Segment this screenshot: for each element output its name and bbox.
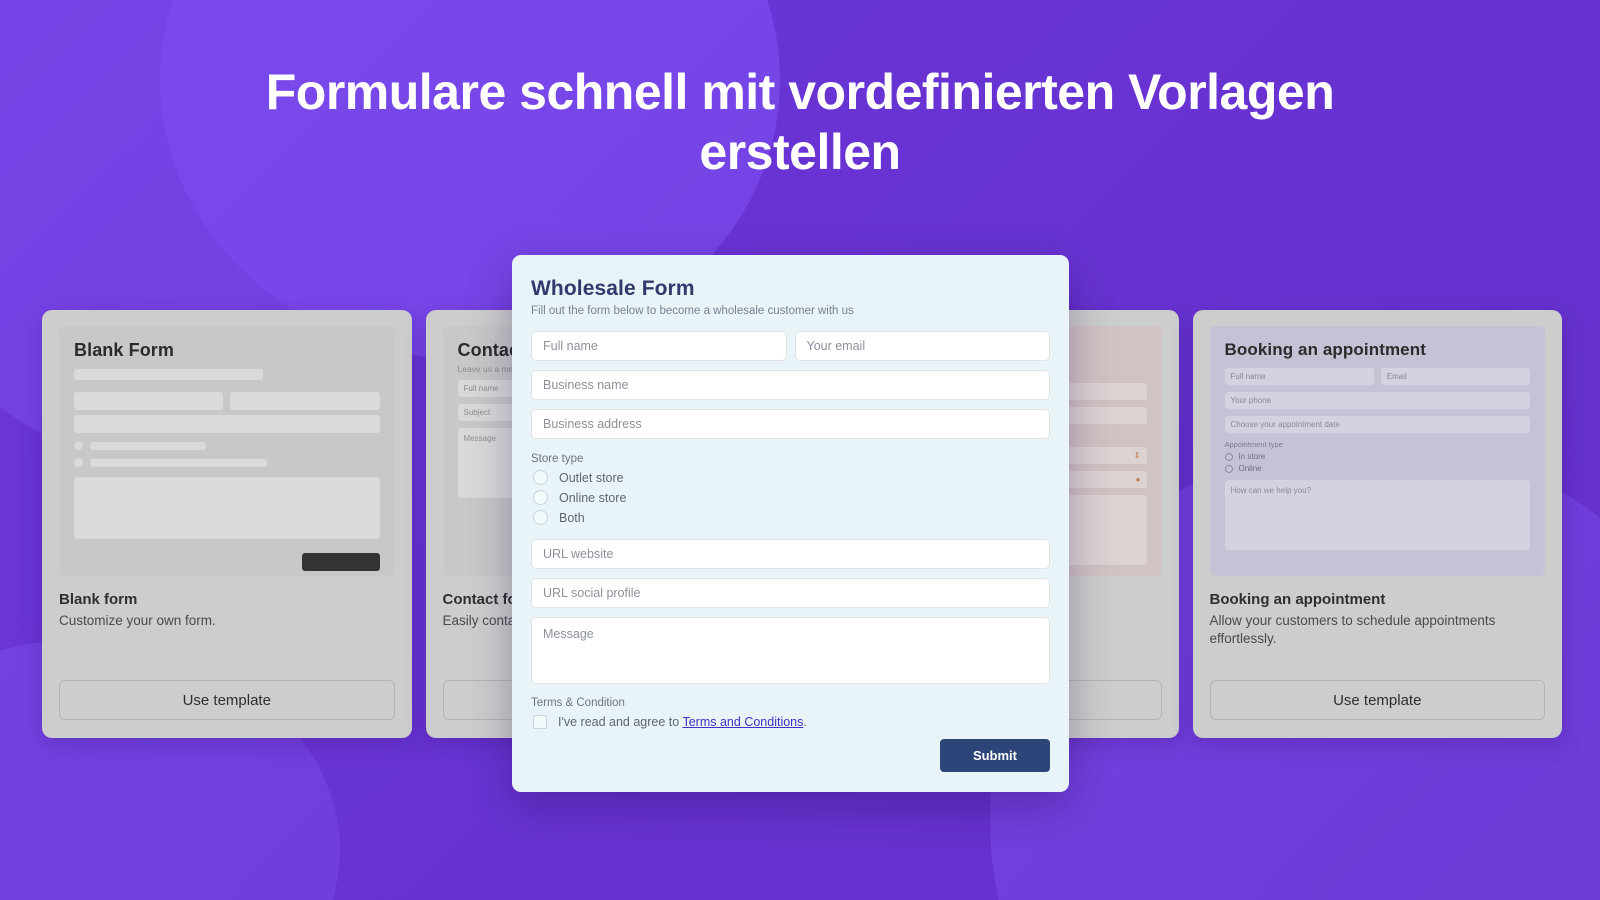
card-description: Allow your customers to schedule appoint… xyxy=(1209,613,1496,647)
calendar-dot-icon: ● xyxy=(1135,475,1141,484)
url-social-profile-input[interactable] xyxy=(531,578,1050,608)
message-textarea[interactable] xyxy=(531,617,1050,684)
terms-section-title: Terms & Condition xyxy=(531,697,625,709)
modal-subtitle: Fill out the form below to become a whol… xyxy=(531,305,854,317)
skeleton-bar xyxy=(90,441,207,450)
use-template-button-blank-form[interactable]: Use template xyxy=(59,680,395,720)
skeleton-textarea xyxy=(74,477,380,539)
business-name-input[interactable] xyxy=(531,370,1050,400)
preview-title: Booking an appointment xyxy=(1224,340,1426,359)
terms-checkbox[interactable] xyxy=(533,715,547,729)
skeleton-radio-dot xyxy=(74,441,83,450)
stepper-icon: ⇕ xyxy=(1133,451,1141,460)
preview-radio-online: Online xyxy=(1224,464,1531,473)
template-card-blank-form[interactable]: Blank Form Blank form Customize your own… xyxy=(42,310,412,738)
preview-title: Blank Form xyxy=(74,340,175,360)
page-headline: Formulare schnell mit vordefinierten Vor… xyxy=(265,64,1335,180)
preview-textarea-help: How can we help you? xyxy=(1224,480,1530,550)
radio-icon[interactable] xyxy=(533,510,548,525)
preview-radio-in-store: In store xyxy=(1224,452,1531,461)
radio-icon[interactable] xyxy=(533,490,548,505)
url-website-input[interactable] xyxy=(531,539,1050,569)
use-template-button-booking[interactable]: Use template xyxy=(1209,680,1545,720)
submit-row: Submit xyxy=(531,739,1050,772)
card-preview-blank-form: Blank Form xyxy=(59,326,395,576)
skeleton-field xyxy=(230,392,380,410)
store-type-legend: Store type xyxy=(531,453,584,465)
preview-field-phone: Your phone xyxy=(1224,392,1530,409)
preview-radio-label: In store xyxy=(1238,452,1266,461)
skeleton-option xyxy=(74,441,380,450)
card-description: Customize your own form. xyxy=(59,613,216,628)
radio-option-both[interactable]: Both xyxy=(531,510,1050,525)
radio-icon xyxy=(1224,452,1233,461)
radio-label: Outlet store xyxy=(559,470,624,485)
card-title: Booking an appointment xyxy=(1209,591,1386,608)
radio-icon[interactable] xyxy=(533,470,548,485)
name-email-row xyxy=(531,331,1050,361)
terms-text: I've read and agree to Terms and Conditi… xyxy=(558,715,807,729)
radio-option-outlet-store[interactable]: Outlet store xyxy=(531,470,1050,485)
skeleton-row xyxy=(74,392,380,410)
terms-prefix: I've read and agree to xyxy=(558,715,683,729)
terms-agreement-row: I've read and agree to Terms and Conditi… xyxy=(531,715,1050,729)
email-input[interactable] xyxy=(794,331,1050,361)
terms-suffix: . xyxy=(803,715,807,729)
preview-field-full-name: Full name xyxy=(1224,368,1374,385)
preview-radio-label: Online xyxy=(1238,464,1262,473)
submit-button[interactable]: Submit xyxy=(939,739,1050,772)
skeleton-line xyxy=(74,369,264,380)
skeleton-option xyxy=(74,458,380,467)
preview-legend-appointment-type: Appointment type xyxy=(1224,440,1283,449)
wholesale-form-modal: Wholesale Form Fill out the form below t… xyxy=(512,255,1069,792)
skeleton-field xyxy=(74,392,224,410)
template-card-booking-appointment[interactable]: Booking an appointment Full name Email Y… xyxy=(1192,310,1562,738)
radio-label: Both xyxy=(559,510,585,525)
skeleton-bar xyxy=(90,458,268,467)
business-address-input[interactable] xyxy=(531,409,1050,439)
radio-option-online-store[interactable]: Online store xyxy=(531,490,1050,505)
skeleton-field-wide xyxy=(74,415,380,433)
card-preview-booking: Booking an appointment Full name Email Y… xyxy=(1209,326,1545,576)
skeleton-radio-dot xyxy=(74,458,83,467)
terms-and-conditions-link[interactable]: Terms and Conditions xyxy=(682,715,803,729)
radio-label: Online store xyxy=(559,490,627,505)
modal-title: Wholesale Form xyxy=(531,277,695,300)
radio-icon xyxy=(1224,464,1233,473)
preview-field-row: Full name Email xyxy=(1224,368,1530,385)
preview-field-email: Email xyxy=(1380,368,1530,385)
card-title: Blank form xyxy=(59,591,138,608)
full-name-input[interactable] xyxy=(531,331,787,361)
preview-field-date: Choose your appointment date xyxy=(1224,416,1530,433)
skeleton-submit-button xyxy=(301,553,380,571)
